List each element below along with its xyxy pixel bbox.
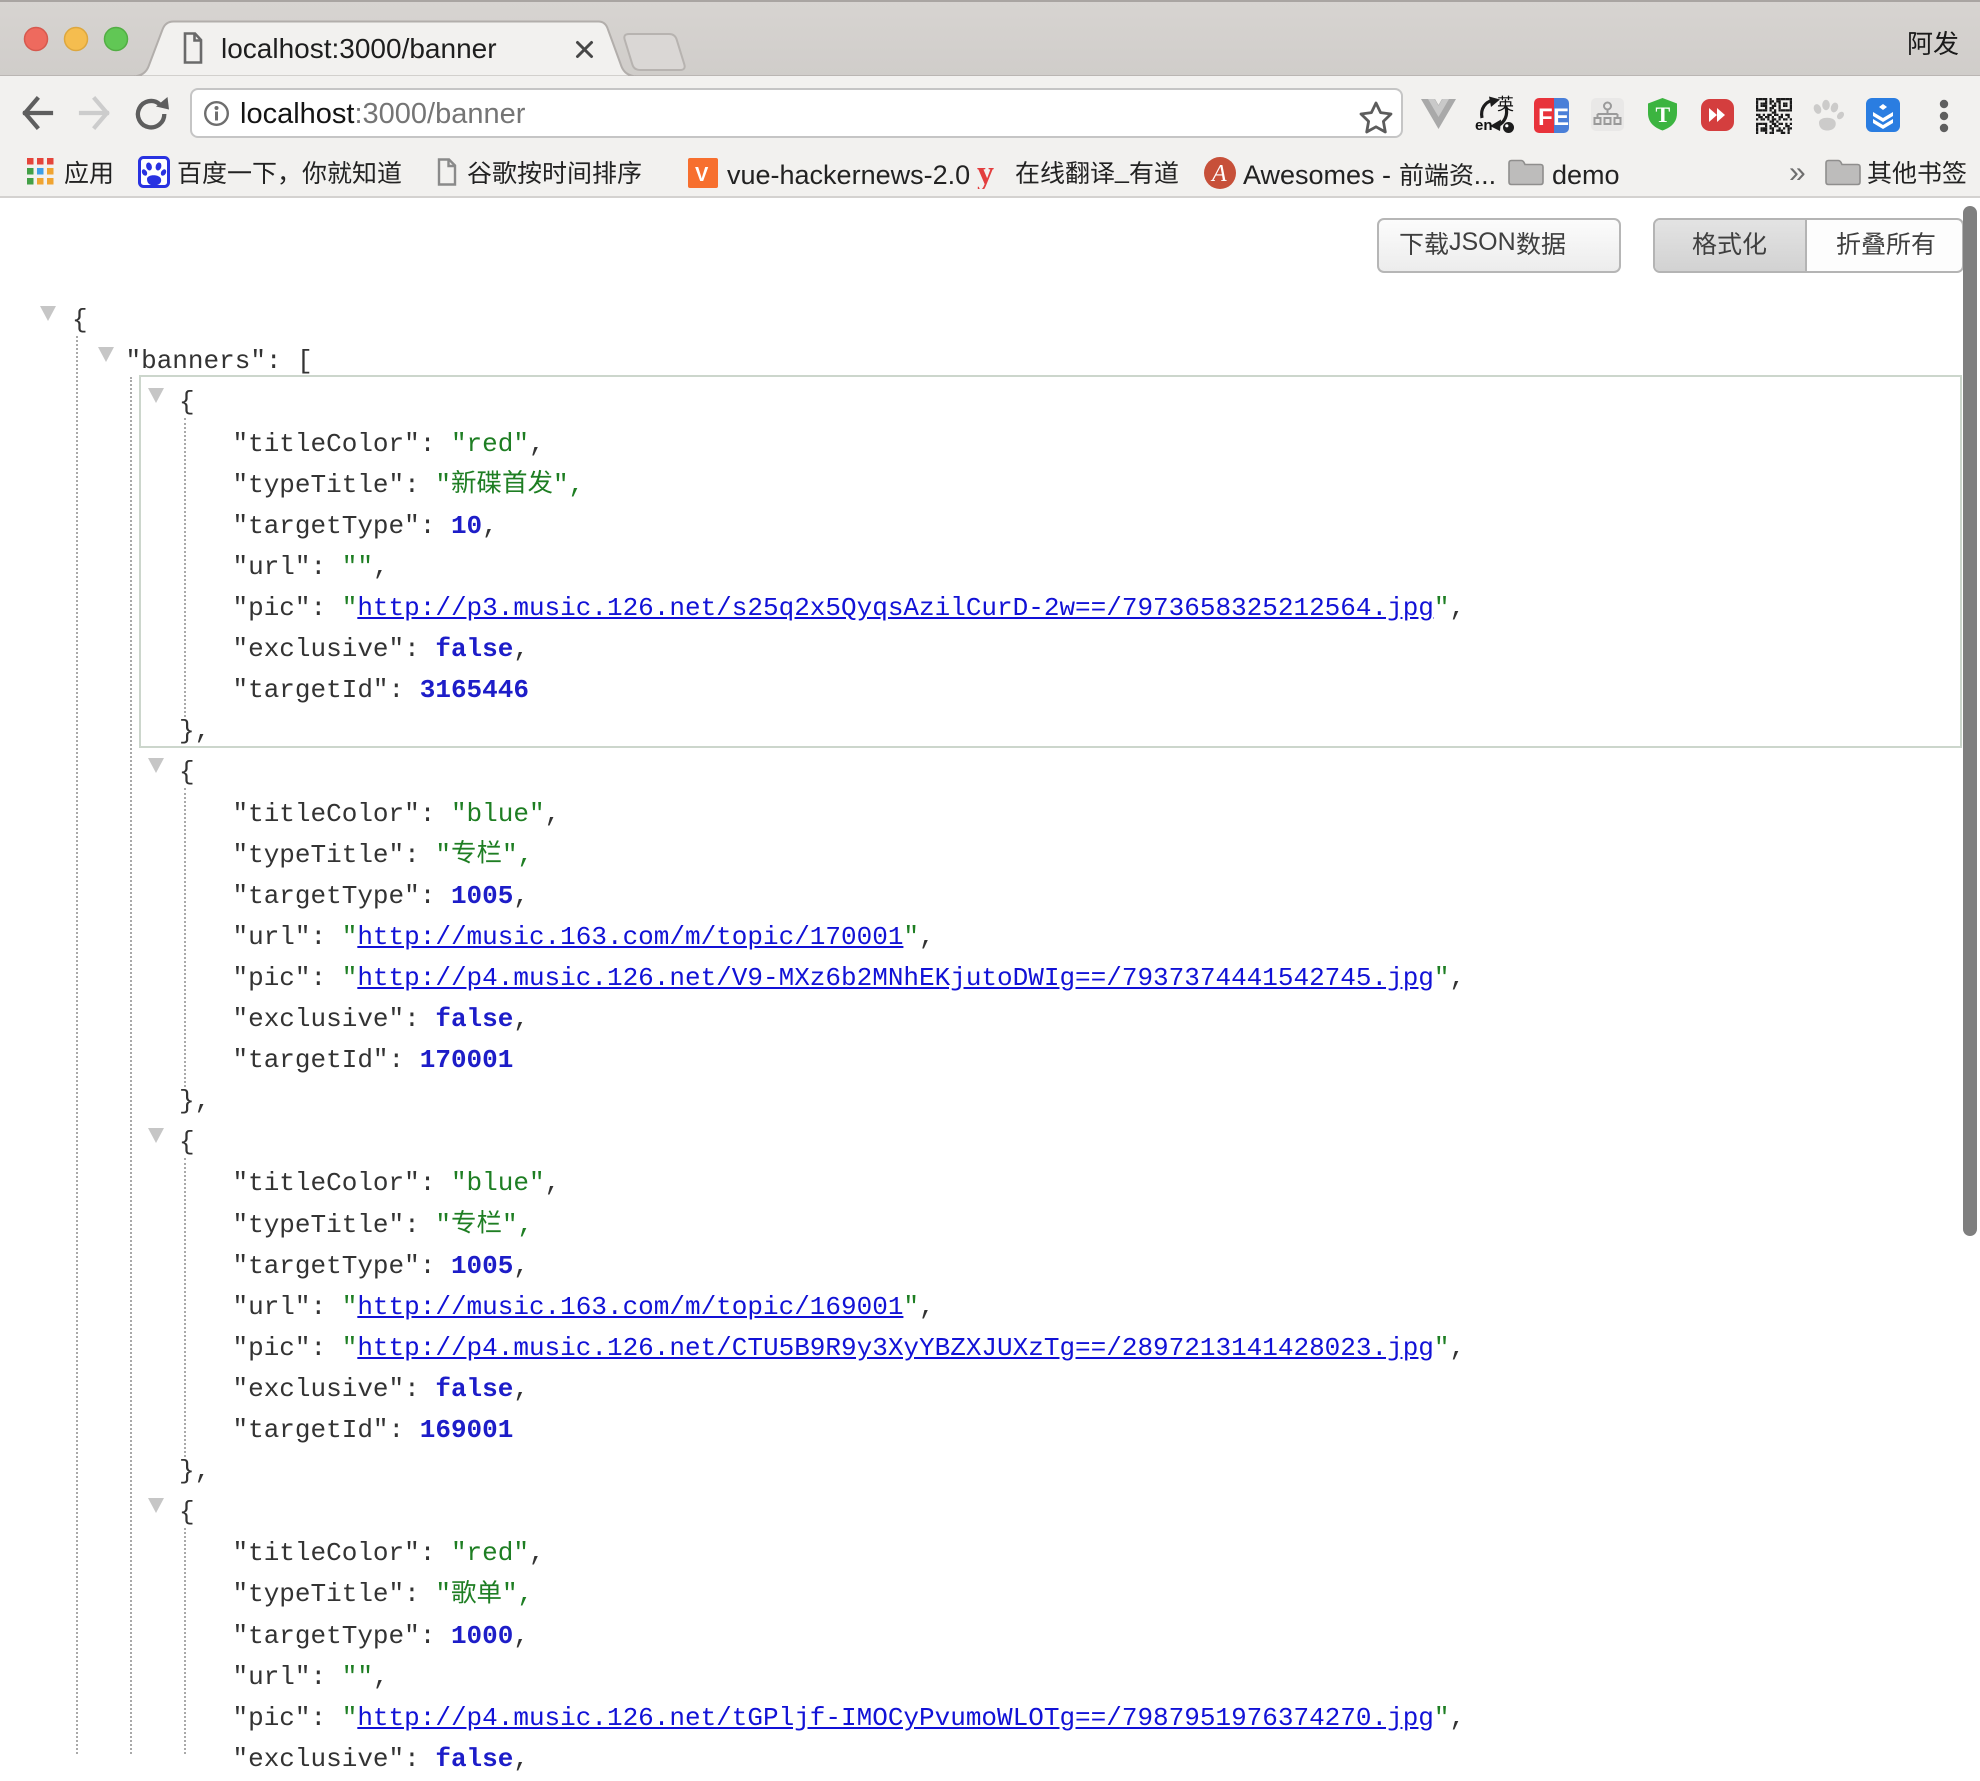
svg-text:F: F — [1538, 104, 1553, 131]
svg-text:en: en — [1475, 117, 1493, 134]
svg-text:T: T — [1656, 102, 1671, 127]
svg-text:V: V — [695, 164, 709, 186]
svg-text:E: E — [1553, 104, 1569, 131]
svg-text:y: y — [977, 157, 994, 189]
svg-text:A: A — [1210, 161, 1227, 187]
